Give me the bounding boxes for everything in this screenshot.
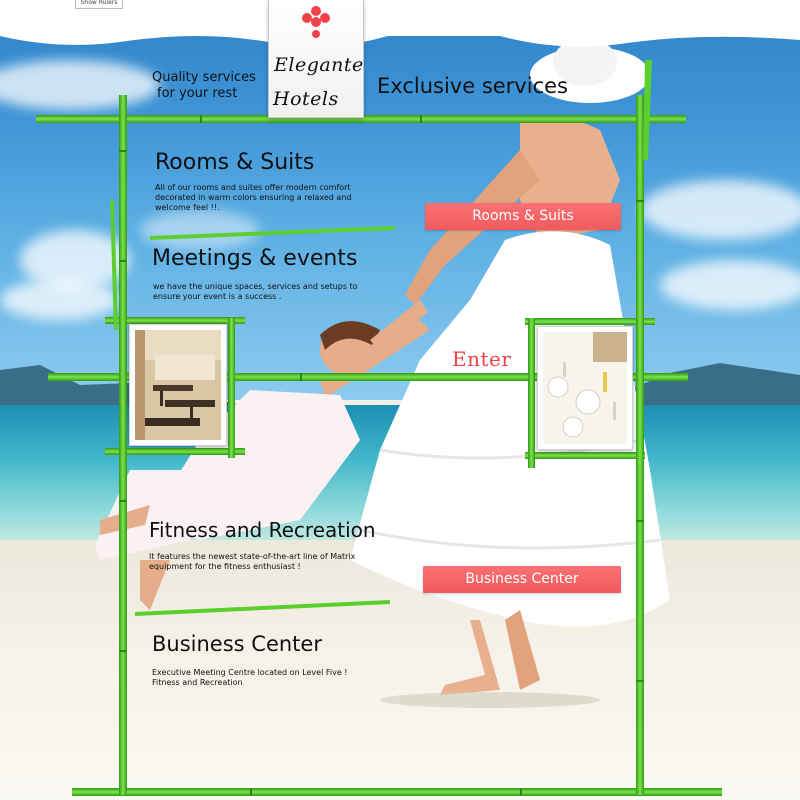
restaurant-photo[interactable]	[129, 324, 227, 446]
text-line: equipment for the fitness enthusiast !	[149, 562, 301, 571]
tagline-line2: for your rest	[157, 86, 238, 101]
meetings-events-text: we have the unique spaces, services and …	[153, 282, 358, 302]
text-line: Fitness and Recreation	[152, 678, 243, 687]
business-center-button[interactable]: Business Center	[423, 566, 621, 593]
brand-name-line1: Elegante	[274, 54, 364, 76]
banquet-photo-image	[543, 332, 627, 444]
rooms-suits-text: All of our rooms and suites offer modern…	[155, 183, 351, 213]
rooms-suits-title: Rooms & Suits	[155, 150, 315, 175]
business-center-text: Executive Meeting Centre located on Leve…	[152, 668, 348, 688]
exclusive-services-heading: Exclusive services	[377, 74, 568, 98]
business-center-title: Business Center	[152, 632, 322, 656]
banquet-photo[interactable]	[537, 326, 633, 450]
bamboo-frame	[36, 60, 722, 796]
restaurant-photo-image	[135, 330, 221, 440]
enter-link[interactable]: Enter	[452, 347, 511, 371]
meetings-events-title: Meetings & events	[152, 246, 358, 271]
brand-name-line2: Hotels	[273, 88, 339, 110]
fitness-recreation-title: Fitness and Recreation	[149, 518, 376, 542]
logo[interactable]: Elegante Hotels	[268, 0, 364, 118]
show-rulers-tab[interactable]: Show Rulers	[75, 0, 123, 9]
text-line: we have the unique spaces, services and …	[153, 282, 358, 291]
flower-logo-icon	[302, 6, 330, 38]
text-line: All of our rooms and suites offer modern…	[155, 183, 351, 192]
text-line: decorated in warm colors ensuring a rela…	[155, 193, 352, 202]
text-line: It features the newest state-of-the-art …	[149, 552, 356, 561]
text-line: welcome feel !!.	[155, 203, 220, 212]
fitness-recreation-text: It features the newest state-of-the-art …	[149, 552, 355, 572]
tagline: Quality services for your rest	[152, 70, 256, 102]
tagline-line1: Quality services	[152, 70, 256, 85]
rooms-suits-button[interactable]: Rooms & Suits	[425, 203, 621, 230]
text-line: Executive Meeting Centre located on Leve…	[152, 668, 348, 677]
text-line: ensure your event is a success .	[153, 292, 282, 301]
